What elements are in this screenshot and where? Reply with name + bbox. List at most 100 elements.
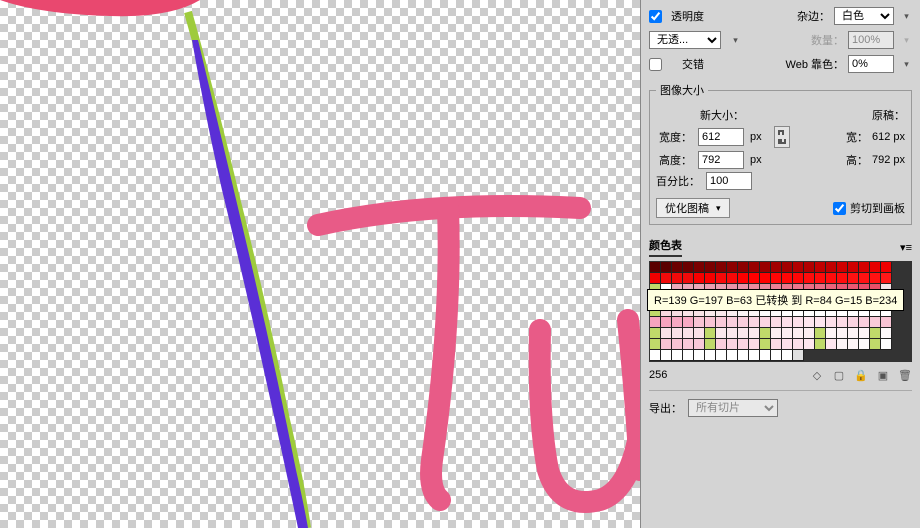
color-swatch[interactable] (760, 262, 771, 273)
color-swatch[interactable] (782, 328, 793, 339)
color-swatch[interactable] (705, 273, 716, 284)
color-swatch[interactable] (793, 350, 804, 361)
color-swatch[interactable] (749, 339, 760, 350)
color-swatch[interactable] (694, 273, 705, 284)
height-input[interactable] (698, 151, 744, 169)
color-swatch[interactable] (782, 339, 793, 350)
color-swatch[interactable] (848, 273, 859, 284)
color-swatch[interactable] (705, 317, 716, 328)
color-swatch[interactable] (804, 317, 815, 328)
color-swatch[interactable] (705, 262, 716, 273)
lock-icon[interactable]: 🔒 (854, 368, 868, 382)
color-swatch[interactable] (870, 273, 881, 284)
color-swatch[interactable] (749, 273, 760, 284)
color-swatch[interactable] (650, 317, 661, 328)
color-swatch[interactable] (672, 262, 683, 273)
color-swatch[interactable] (837, 328, 848, 339)
color-swatch[interactable] (738, 262, 749, 273)
color-swatch[interactable] (716, 350, 727, 361)
swatch-grid[interactable] (649, 261, 912, 362)
color-swatch[interactable] (661, 317, 672, 328)
color-swatch[interactable] (738, 317, 749, 328)
color-swatch[interactable] (826, 328, 837, 339)
color-swatch[interactable] (672, 273, 683, 284)
color-swatch[interactable] (881, 262, 892, 273)
color-swatch[interactable] (716, 262, 727, 273)
snap-web-icon[interactable]: ◇ (810, 368, 824, 382)
color-swatch[interactable] (837, 339, 848, 350)
clip-to-artboard-checkbox[interactable] (833, 202, 846, 215)
color-swatch[interactable] (804, 328, 815, 339)
color-swatch[interactable] (881, 317, 892, 328)
color-swatch[interactable] (848, 339, 859, 350)
color-swatch[interactable] (804, 262, 815, 273)
interlace-checkbox[interactable] (649, 58, 662, 71)
color-swatch[interactable] (650, 339, 661, 350)
color-swatch[interactable] (837, 317, 848, 328)
color-swatch[interactable] (650, 262, 661, 273)
color-swatch[interactable] (727, 339, 738, 350)
color-swatch[interactable] (793, 317, 804, 328)
color-swatch[interactable] (727, 350, 738, 361)
color-swatch[interactable] (727, 317, 738, 328)
color-swatch[interactable] (749, 262, 760, 273)
matte-dropdown-icon[interactable] (898, 9, 912, 23)
color-swatch[interactable] (826, 262, 837, 273)
color-swatch[interactable] (694, 262, 705, 273)
color-swatch[interactable] (804, 339, 815, 350)
transparency-dither-select[interactable]: 无透... (649, 31, 721, 49)
color-swatch[interactable] (859, 273, 870, 284)
color-swatch[interactable] (848, 317, 859, 328)
color-swatch[interactable] (848, 262, 859, 273)
constrain-proportions-button[interactable] (774, 126, 790, 148)
color-swatch[interactable] (837, 262, 848, 273)
color-swatch[interactable] (727, 273, 738, 284)
color-swatch[interactable] (848, 328, 859, 339)
new-swatch-icon[interactable]: ▣ (876, 368, 890, 382)
color-swatch[interactable] (661, 328, 672, 339)
delete-swatch-icon[interactable]: 🗑 (898, 368, 912, 382)
color-swatch[interactable] (782, 262, 793, 273)
color-swatch[interactable] (859, 328, 870, 339)
color-swatch[interactable] (683, 328, 694, 339)
color-swatch[interactable] (705, 339, 716, 350)
color-swatch[interactable] (760, 317, 771, 328)
export-select[interactable]: 所有切片 (688, 399, 778, 417)
color-swatch[interactable] (661, 262, 672, 273)
color-swatch[interactable] (672, 350, 683, 361)
color-table-tab[interactable]: 颜色表 (649, 237, 682, 257)
color-swatch[interactable] (793, 339, 804, 350)
color-swatch[interactable] (782, 317, 793, 328)
color-swatch[interactable] (793, 262, 804, 273)
transparency-checkbox[interactable] (649, 10, 662, 23)
color-swatch[interactable] (870, 262, 881, 273)
color-swatch[interactable] (837, 273, 848, 284)
color-swatch[interactable] (870, 328, 881, 339)
color-swatch[interactable] (683, 262, 694, 273)
color-swatch[interactable] (771, 339, 782, 350)
color-swatch[interactable] (716, 317, 727, 328)
color-swatch[interactable] (650, 273, 661, 284)
color-swatch[interactable] (859, 317, 870, 328)
color-swatch[interactable] (771, 317, 782, 328)
color-swatch[interactable] (716, 328, 727, 339)
canvas[interactable] (0, 0, 640, 528)
color-swatch[interactable] (870, 339, 881, 350)
color-swatch[interactable] (782, 273, 793, 284)
color-swatch[interactable] (815, 328, 826, 339)
color-swatch[interactable] (716, 273, 727, 284)
color-swatch[interactable] (760, 350, 771, 361)
color-swatch[interactable] (661, 350, 672, 361)
color-swatch[interactable] (826, 339, 837, 350)
color-swatch[interactable] (815, 317, 826, 328)
color-swatch[interactable] (683, 350, 694, 361)
color-swatch[interactable] (738, 339, 749, 350)
color-swatch[interactable] (793, 328, 804, 339)
web-snap-dropdown-icon[interactable] (898, 57, 912, 71)
panel-menu-icon[interactable]: ▾≡ (900, 241, 912, 254)
color-swatch[interactable] (694, 328, 705, 339)
color-swatch[interactable] (826, 273, 837, 284)
color-swatch[interactable] (661, 273, 672, 284)
color-swatch[interactable] (749, 350, 760, 361)
color-swatch[interactable] (870, 317, 881, 328)
